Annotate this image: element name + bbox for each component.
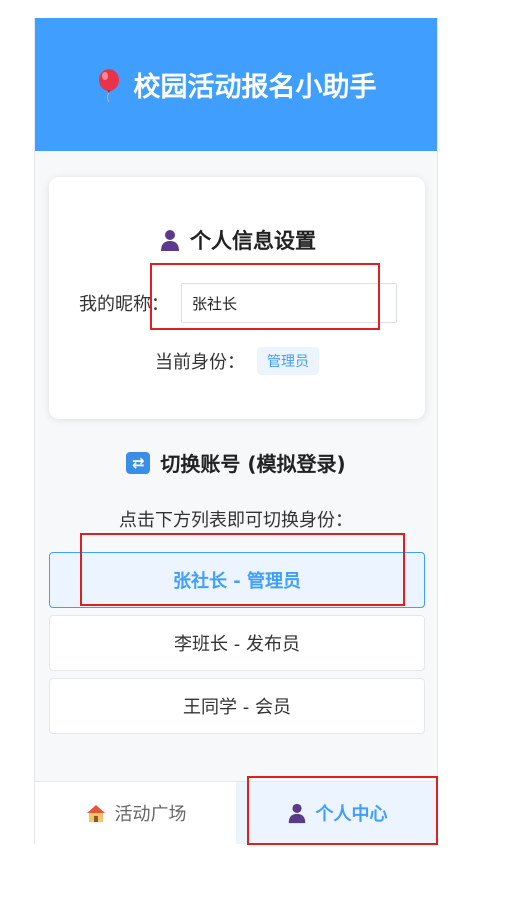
tab-activity-square[interactable]: 活动广场 [35,782,236,844]
role-badge: 管理员 [257,347,319,375]
account-item-publisher[interactable]: 李班长 - 发布员 [49,615,425,671]
nickname-input[interactable] [181,283,397,323]
role-row: 当前身份： 管理员 [49,347,425,375]
account-item-member[interactable]: 王同学 - 会员 [49,678,425,734]
person-icon [158,228,182,252]
switch-title-text: 切换账号 (模拟登录) [160,452,346,476]
house-icon [85,802,107,824]
nickname-row: 我的昵称： [79,283,397,323]
app-container: 校园活动报名小助手 个人信息设置 我的昵称： 当前身份： 管理员 ⇄ 切换账号 … [34,18,438,844]
profile-card: 个人信息设置 我的昵称： 当前身份： 管理员 [49,177,425,419]
switch-icon: ⇄ [126,451,151,474]
tab-personal-center[interactable]: 个人中心 [236,782,437,844]
switch-account-title: ⇄ 切换账号 (模拟登录) [35,448,437,477]
profile-card-title: 个人信息设置 [49,225,425,255]
account-item-admin[interactable]: 张社长 - 管理员 [49,552,425,608]
tab-personal-center-label: 个人中心 [315,804,388,825]
profile-title-text: 个人信息设置 [190,229,316,253]
app-header: 校园活动报名小助手 [35,18,437,151]
bottom-tab-bar: 活动广场 个人中心 [35,781,437,844]
app-title: 校园活动报名小助手 [133,72,377,103]
balloon-icon [96,68,122,102]
nickname-label: 我的昵称： [79,294,169,315]
role-label: 当前身份： [155,352,245,373]
person-icon [286,802,308,824]
tab-activity-square-label: 活动广场 [114,804,187,825]
switch-hint: 点击下方列表即可切换身份： [119,510,353,531]
